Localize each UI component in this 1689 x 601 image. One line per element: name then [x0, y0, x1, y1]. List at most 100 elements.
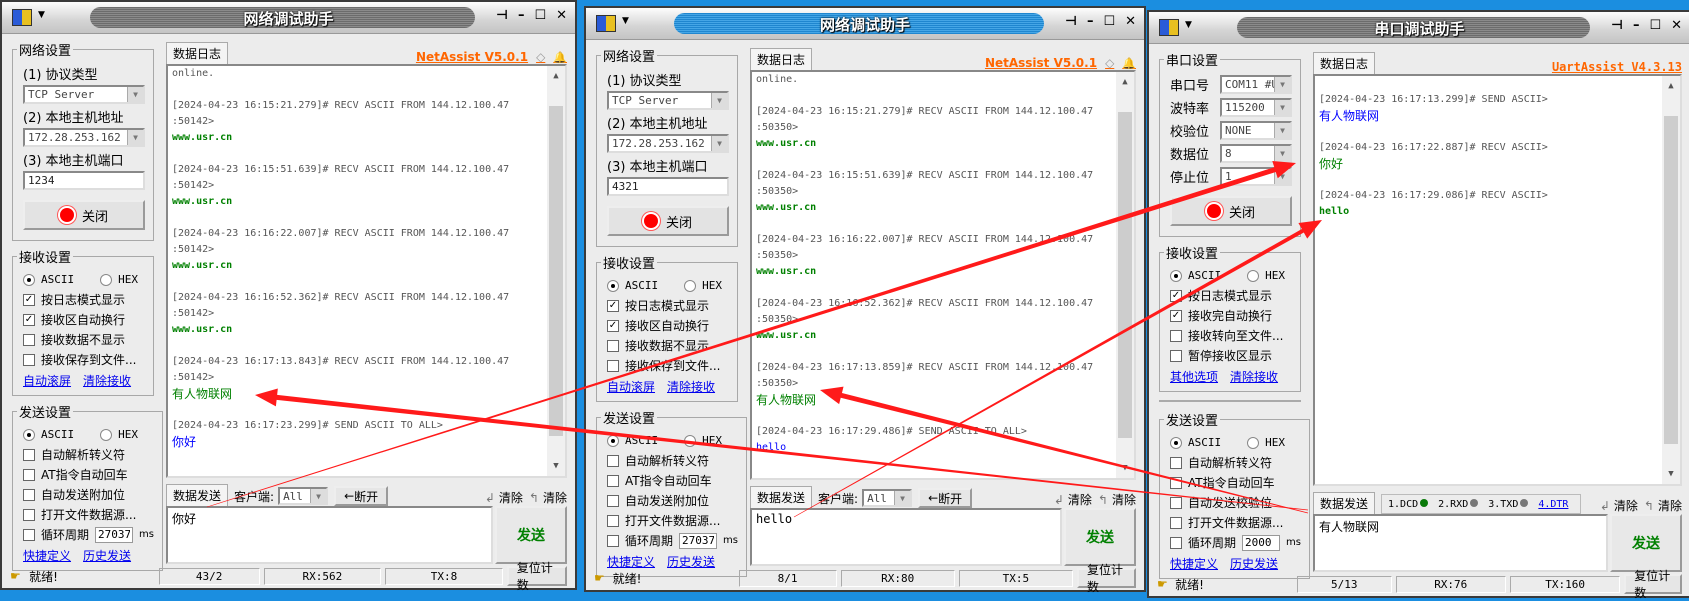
field-select[interactable]: 1 ▼ [1220, 167, 1292, 186]
field-input[interactable]: 1234 [23, 171, 145, 190]
clear-receive-button[interactable]: ↲ 清除 [1054, 491, 1092, 508]
open-close-button[interactable]: 关闭 [23, 200, 145, 230]
option-checkbox[interactable]: AT指令自动回车 [23, 466, 154, 483]
log-scrollbar[interactable]: ▲ ▼ [1116, 72, 1134, 478]
cycle-period-input[interactable] [1242, 534, 1281, 551]
field-select[interactable]: NONE ▼ [1220, 121, 1292, 140]
cycle-checkbox[interactable] [1170, 536, 1182, 549]
option-checkbox[interactable]: 接收保存到文件... [607, 357, 729, 374]
checkbox[interactable] [1170, 456, 1182, 469]
scroll-up-icon[interactable]: ▲ [1662, 78, 1680, 94]
checkbox[interactable] [23, 353, 35, 366]
radio-hex[interactable] [1247, 436, 1260, 449]
field-select[interactable]: 172.28.253.162 ▼ [607, 134, 729, 153]
title-bar[interactable]: ▼ 网络调试助手 ⊣ – ☐ ✕ [2, 2, 575, 34]
radio-hex[interactable] [1247, 269, 1260, 282]
field-select[interactable]: COM11 #US ▼ [1220, 75, 1292, 94]
tab-data-log[interactable]: 数据日志 [166, 42, 229, 64]
clear-receive-button[interactable]: ↲ 清除 [485, 489, 523, 506]
cycle-period-input[interactable] [679, 532, 718, 549]
chevron-down-icon[interactable]: ▼ [310, 489, 327, 503]
checkbox[interactable]: ✓ [23, 313, 35, 326]
radio-hex[interactable] [684, 279, 697, 292]
radio-ascii[interactable] [607, 434, 619, 447]
chevron-down-icon[interactable]: ▼ [1274, 169, 1290, 184]
send-button[interactable]: 发送 [1610, 514, 1682, 572]
title-bar[interactable]: ▼ 串口调试助手 ⊣ – ☐ ✕ [1149, 12, 1689, 44]
radio-ascii[interactable] [1170, 269, 1182, 282]
bell-icon[interactable]: 🔔 [553, 51, 567, 64]
version-link[interactable]: NetAssist V5.0.1 [985, 56, 1097, 70]
option-checkbox[interactable]: ✓ 按日志模式显示 [1170, 287, 1292, 304]
radio-ascii[interactable] [23, 428, 35, 441]
checkbox[interactable] [1170, 329, 1182, 342]
scroll-down-icon[interactable]: ▼ [547, 458, 565, 474]
diamond-icon[interactable]: ◇ [536, 50, 545, 64]
option-checkbox[interactable]: 接收数据不显示 [607, 337, 729, 354]
checkbox[interactable]: ✓ [1170, 289, 1182, 302]
bell-icon[interactable]: 🔔 [1122, 57, 1136, 70]
radio-hex[interactable] [684, 434, 697, 447]
send-button[interactable]: 发送 [495, 506, 567, 564]
tab-data-send[interactable]: 数据发送 [166, 484, 229, 506]
close-button[interactable]: ✕ [1671, 18, 1682, 33]
option-checkbox[interactable]: 自动解析转义符 [23, 446, 154, 463]
checkbox[interactable] [23, 333, 35, 346]
checkbox[interactable] [607, 359, 619, 372]
reset-count-button[interactable]: 复位计数 [1624, 569, 1682, 600]
cycle-period-input[interactable] [95, 526, 134, 543]
chevron-down-icon[interactable]: ▼ [711, 93, 727, 108]
field-select[interactable]: 172.28.253.162 ▼ [23, 128, 145, 147]
checkbox[interactable]: ✓ [23, 293, 35, 306]
maximize-button[interactable]: ☐ [1103, 14, 1115, 29]
minimize-button[interactable]: – [1087, 14, 1094, 29]
checkbox[interactable] [607, 474, 619, 487]
scroll-up-icon[interactable]: ▲ [547, 68, 565, 84]
checkbox[interactable]: ✓ [1170, 309, 1182, 322]
maximize-button[interactable]: ☐ [534, 8, 546, 23]
reset-count-button[interactable]: 复位计数 [506, 561, 567, 592]
chevron-down-icon[interactable]: ▼ [894, 491, 911, 505]
checkbox[interactable] [1170, 516, 1182, 529]
option-checkbox[interactable]: 自动发送附加位 [607, 492, 738, 509]
option-checkbox[interactable]: 打开文件数据源... [607, 512, 738, 529]
scroll-down-icon[interactable]: ▼ [1662, 466, 1680, 482]
radio-hex[interactable] [100, 428, 113, 441]
send-link[interactable]: 快捷定义 [1170, 555, 1218, 572]
option-checkbox[interactable]: 自动解析转义符 [1170, 454, 1301, 471]
receive-link[interactable]: 清除接收 [667, 378, 715, 395]
radio-hex[interactable] [100, 273, 113, 286]
option-checkbox[interactable]: AT指令自动回车 [607, 472, 738, 489]
receive-link[interactable]: 清除接收 [1230, 368, 1278, 385]
disconnect-button[interactable]: ← 断开 [334, 486, 389, 506]
close-button[interactable]: ✕ [1125, 14, 1136, 29]
send-link[interactable]: 历史发送 [1230, 555, 1278, 572]
receive-link[interactable]: 清除接收 [83, 372, 131, 389]
checkbox[interactable] [607, 514, 619, 527]
log-scrollbar[interactable]: ▲ ▼ [1662, 76, 1680, 484]
receive-link[interactable]: 自动滚屏 [607, 378, 655, 395]
open-close-button[interactable]: 关闭 [607, 206, 729, 236]
field-input[interactable]: 4321 [607, 177, 729, 196]
option-checkbox[interactable]: ✓ 按日志模式显示 [23, 291, 145, 308]
option-checkbox[interactable]: 自动发送附加位 [23, 486, 154, 503]
send-link[interactable]: 快捷定义 [23, 547, 71, 564]
pin-icon[interactable]: ⊣ [496, 8, 508, 23]
chevron-down-icon[interactable]: ▼ [127, 87, 143, 102]
send-button[interactable]: 发送 [1064, 508, 1136, 566]
maximize-button[interactable]: ☐ [1649, 18, 1661, 33]
checkbox[interactable] [1170, 349, 1182, 362]
clear-send-button[interactable]: ↰ 清除 [1098, 491, 1136, 508]
tab-data-send[interactable]: 数据发送 [1313, 492, 1376, 514]
scroll-down-icon[interactable]: ▼ [1116, 460, 1134, 476]
checkbox[interactable] [607, 494, 619, 507]
pin-icon[interactable]: ⊣ [1065, 14, 1077, 29]
checkbox[interactable] [607, 454, 619, 467]
send-textarea[interactable]: 你好 [166, 506, 493, 564]
version-link[interactable]: UartAssist V4.3.13 [1552, 60, 1682, 74]
chevron-down-icon[interactable]: ▼ [1274, 146, 1290, 161]
option-checkbox[interactable]: 自动解析转义符 [607, 452, 738, 469]
option-checkbox[interactable]: 暂停接收区显示 [1170, 347, 1292, 364]
minimize-button[interactable]: – [1633, 18, 1640, 33]
log-scrollbar[interactable]: ▲ ▼ [547, 66, 565, 476]
